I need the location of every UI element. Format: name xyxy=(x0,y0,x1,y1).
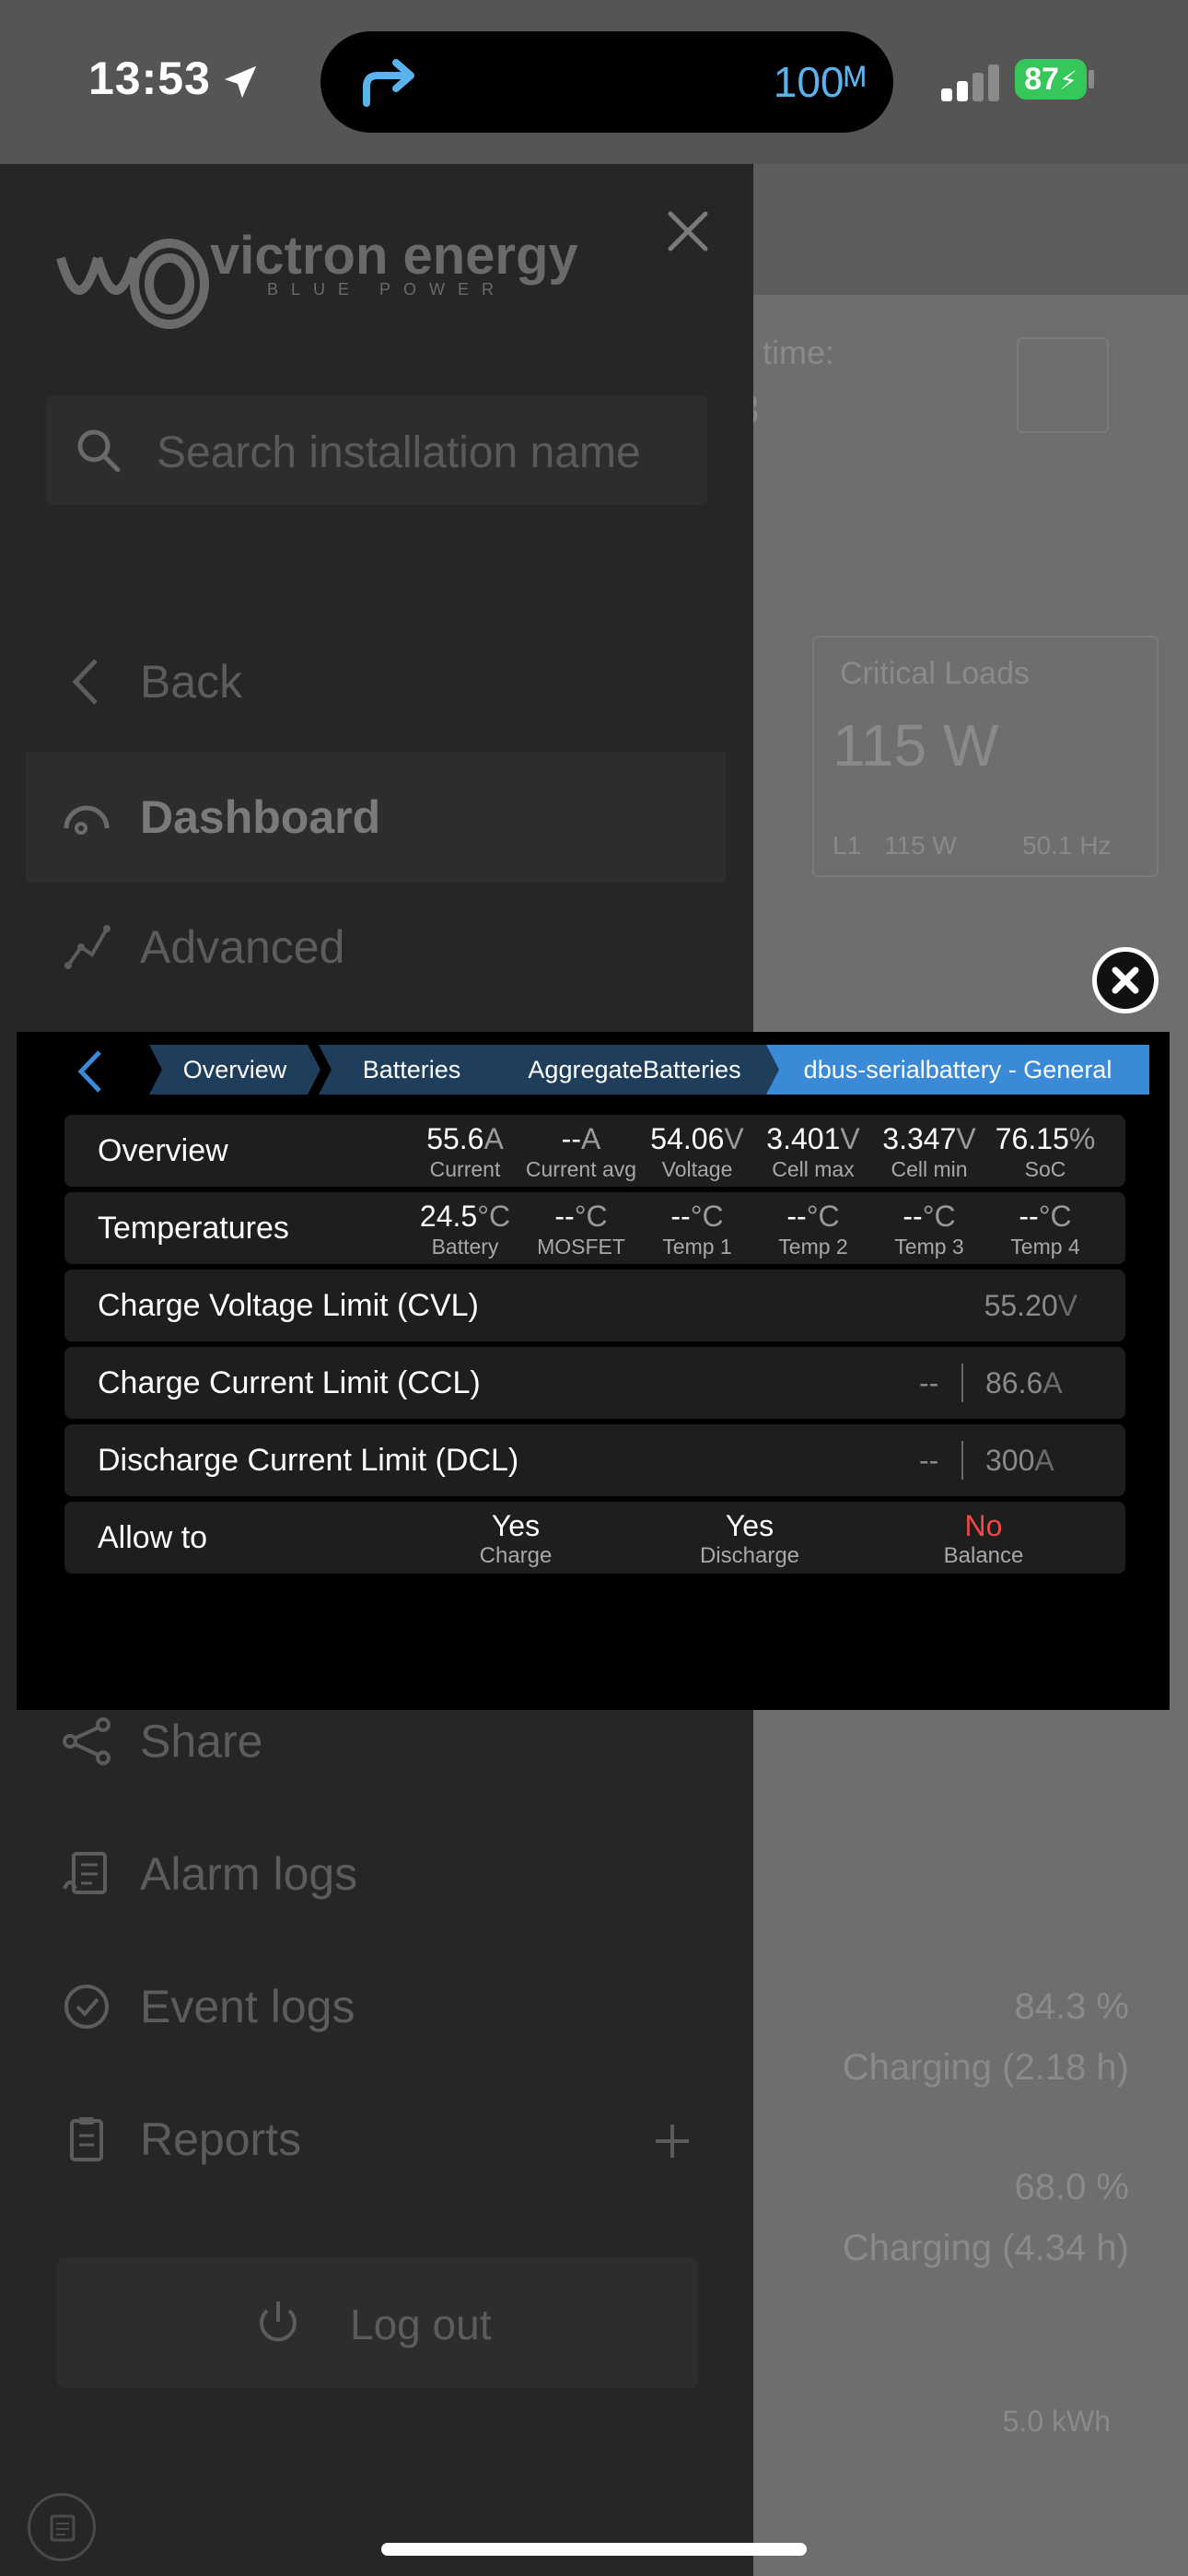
overview-row[interactable]: Overview 55.6A Current --A Current avg 54.… xyxy=(64,1115,1125,1187)
sidebar-item-event-logs[interactable]: Event logs xyxy=(59,1951,722,2062)
critical-loads-value: 115 W xyxy=(833,712,999,779)
dcl-left-value: -- xyxy=(919,1444,939,1477)
back-chevron-icon[interactable] xyxy=(72,1048,109,1099)
event-log-clock-icon xyxy=(59,1979,114,2034)
sidebar-item-alarm-logs[interactable]: Alarm logs xyxy=(59,1819,722,1929)
energy-value: 5.0 kWh xyxy=(1002,2405,1111,2438)
battery1-soc: 84.3 % xyxy=(1014,1986,1129,2027)
battery-detail-popup: Overview Batteries AggregateBatteries db… xyxy=(17,1032,1170,1710)
dcl-row[interactable]: Discharge Current Limit (DCL) -- 300A xyxy=(64,1424,1125,1496)
ccl-left-value: -- xyxy=(919,1366,939,1399)
ccl-divider xyxy=(961,1364,963,1402)
sidebar-item-back[interactable]: Back xyxy=(59,626,722,737)
sidebar-item-label: Alarm logs xyxy=(140,1848,358,1900)
temperatures-label: Temperatures xyxy=(98,1211,289,1246)
sidebar-item-advanced[interactable]: Advanced xyxy=(59,892,722,1002)
ccl-value: 86.6A xyxy=(985,1366,1063,1399)
battery1-state: Charging (2.18 h) xyxy=(842,2047,1129,2088)
reports-clipboard-icon xyxy=(59,2112,114,2167)
breadcrumb-batteries[interactable]: Batteries xyxy=(319,1045,505,1095)
sidebar-item-label: Dashboard xyxy=(140,791,381,843)
dashboard-gauge-icon xyxy=(59,790,114,845)
sidebar-item-reports[interactable]: Reports xyxy=(59,2084,722,2195)
sidebar-item-label: Back xyxy=(140,656,243,708)
home-indicator[interactable] xyxy=(381,2543,807,2556)
breadcrumb-overview[interactable]: Overview xyxy=(149,1045,320,1095)
notes-icon xyxy=(49,2514,76,2547)
breadcrumb-aggregate-batteries[interactable]: AggregateBatteries xyxy=(486,1045,783,1095)
victron-logo-icon xyxy=(52,230,217,336)
metric-cell-max: 3.401V Cell max xyxy=(766,1122,860,1181)
overview-label: Overview xyxy=(98,1133,228,1168)
brand-tagline: BLUE POWER xyxy=(267,280,507,299)
metric-current: 55.6A Current xyxy=(426,1122,504,1181)
dcl-divider xyxy=(961,1441,963,1480)
brand-name: victron energy xyxy=(210,226,578,286)
charging-bolt-icon: ⚡ xyxy=(1059,66,1077,95)
metric-voltage: 54.06V Voltage xyxy=(650,1122,744,1181)
critical-loads-l1: L1 xyxy=(833,831,862,860)
temp-1: --°C Temp 1 xyxy=(662,1200,732,1259)
allow-balance: No Balance xyxy=(943,1509,1024,1568)
cvl-label: Charge Voltage Limit (CVL) xyxy=(98,1288,479,1323)
share-icon xyxy=(59,1714,114,1769)
allow-to-label: Allow to xyxy=(98,1520,208,1555)
settings-card-icon[interactable] xyxy=(1017,337,1109,433)
temp-2: --°C Temp 2 xyxy=(778,1200,848,1259)
dcl-value: 300A xyxy=(985,1444,1054,1477)
dcl-label: Discharge Current Limit (DCL) xyxy=(98,1443,519,1478)
signal-icon xyxy=(941,64,1002,106)
logout-button[interactable]: Log out xyxy=(57,2257,698,2388)
reports-expand-plus-icon[interactable] xyxy=(654,2123,691,2164)
allow-charge: Yes Charge xyxy=(479,1509,553,1568)
notes-button[interactable] xyxy=(28,2493,96,2561)
status-time: 13:53 xyxy=(88,53,211,104)
allow-to-row[interactable]: Allow to Yes Charge Yes Discharge No Balanc… xyxy=(64,1502,1125,1574)
turn-arrow-icon xyxy=(357,55,422,115)
location-arrow-icon xyxy=(219,61,262,108)
advanced-graph-icon xyxy=(59,919,114,975)
cvl-value: 55.20V xyxy=(984,1289,1077,1322)
battery-level: 87 xyxy=(1024,62,1060,97)
critical-loads-frequency: 50.1 Hz xyxy=(1022,831,1112,860)
search-input[interactable]: Search installation name xyxy=(46,396,707,505)
metric-cell-min: 3.347V Cell min xyxy=(882,1122,976,1181)
alarm-log-icon xyxy=(59,1846,114,1902)
temp-3: --°C Temp 3 xyxy=(894,1200,964,1259)
ccl-row[interactable]: Charge Current Limit (CCL) -- 86.6A xyxy=(64,1347,1125,1419)
critical-loads-card[interactable]: Critical Loads 115 W L1 115 W 50.1 Hz xyxy=(812,636,1159,877)
temperatures-row[interactable]: Temperatures 24.5°C Battery --°C MOSFET --… xyxy=(64,1192,1125,1264)
navigation-distance: 100ᴹ xyxy=(773,58,866,106)
allow-discharge: Yes Discharge xyxy=(699,1509,800,1568)
battery-indicator: 87⚡ xyxy=(1015,59,1087,100)
sidebar-item-label: Advanced xyxy=(140,921,345,973)
close-icon xyxy=(1112,966,1139,994)
battery2-soc: 68.0 % xyxy=(1014,2167,1129,2207)
temp-4: --°C Temp 4 xyxy=(1010,1200,1080,1259)
breadcrumb-current-page[interactable]: dbus-serialbattery - General xyxy=(766,1045,1149,1095)
close-sidebar-icon[interactable] xyxy=(665,208,711,259)
sidebar-item-label: Share xyxy=(140,1715,263,1767)
cvl-row[interactable]: Charge Voltage Limit (CVL) 55.20V xyxy=(64,1270,1125,1341)
search-icon xyxy=(74,426,123,480)
power-icon xyxy=(254,2298,302,2350)
temp-battery: 24.5°C Battery xyxy=(419,1200,511,1259)
logout-label: Log out xyxy=(350,2301,492,2348)
battery-tip xyxy=(1089,70,1094,88)
metric-current-avg: --A Current avg xyxy=(525,1122,637,1181)
dynamic-island[interactable]: 100ᴹ xyxy=(320,31,893,133)
temp-mosfet: --°C MOSFET xyxy=(537,1200,625,1259)
chevron-left-icon xyxy=(59,654,114,709)
sidebar-item-label: Event logs xyxy=(140,1981,355,2032)
search-placeholder: Search installation name xyxy=(157,428,641,477)
sidebar-item-dashboard[interactable]: Dashboard xyxy=(26,752,726,883)
sidebar-item-label: Reports xyxy=(140,2113,302,2165)
critical-loads-title: Critical Loads xyxy=(840,656,1030,691)
close-popup-button[interactable] xyxy=(1092,947,1159,1013)
ccl-label: Charge Current Limit (CCL) xyxy=(98,1365,481,1400)
critical-loads-l1-power: 115 W xyxy=(884,831,957,860)
metric-soc: 76.15% SoC xyxy=(995,1122,1096,1181)
battery2-state: Charging (4.34 h) xyxy=(842,2228,1129,2268)
